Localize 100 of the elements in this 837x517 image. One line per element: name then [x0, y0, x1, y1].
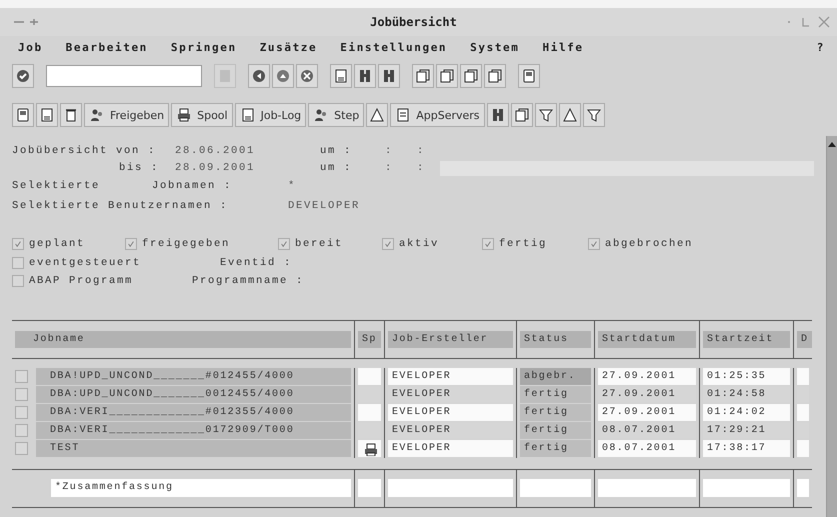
detail-button[interactable] [12, 103, 34, 127]
command-field[interactable] [46, 65, 202, 87]
pagestack-icon [415, 68, 431, 84]
toolbar-button[interactable]: Spool [171, 103, 233, 127]
field-label: Programmname : [192, 274, 304, 286]
toolbar-button[interactable]: Freigeben [84, 103, 170, 127]
copy-button[interactable] [510, 103, 533, 127]
checkbox[interactable]: aktiv [382, 238, 482, 250]
last-page-button[interactable] [484, 64, 506, 88]
help-menu[interactable]: ? [816, 40, 825, 54]
table-cell: EVELOPER [388, 404, 513, 421]
filter-off-button[interactable] [582, 103, 605, 127]
people-icon [89, 107, 105, 123]
toolbar-button[interactable]: AppServers [390, 103, 485, 127]
cancel-button[interactable] [296, 64, 318, 88]
pagestack-icon [514, 107, 530, 123]
table-cell: TEST [36, 440, 351, 457]
column-header[interactable]: Jobname [15, 330, 351, 348]
scrollbar[interactable] [826, 136, 837, 517]
next-page-button[interactable] [460, 64, 482, 88]
menu-item[interactable]: Zusätze [260, 40, 318, 54]
field-label: Selektierte [12, 180, 102, 192]
pagestack-icon [463, 68, 479, 84]
table-cell [797, 368, 809, 385]
column-header[interactable]: Startzeit [703, 330, 790, 348]
checkbox[interactable]: freigegeben [125, 238, 278, 250]
field-label: Selektierte Benutzernamen : [12, 200, 230, 212]
enter-button[interactable] [12, 64, 34, 88]
menu-item[interactable]: Hilfe [542, 40, 584, 54]
find-next-button[interactable] [378, 64, 400, 88]
field-value: : : [385, 162, 426, 174]
menu-item[interactable]: Springen [170, 40, 237, 54]
sort-button[interactable] [558, 103, 581, 127]
find-button[interactable] [354, 64, 376, 88]
menu-item[interactable]: Bearbeiten [66, 40, 148, 54]
table-cell: 01:25:35 [703, 368, 790, 385]
triangle-icon [369, 107, 386, 123]
field-value: * [288, 180, 296, 192]
back-button[interactable] [248, 64, 270, 88]
table-cell: 27.09.2001 [598, 368, 696, 385]
warning-button[interactable] [366, 103, 388, 127]
print-button[interactable] [330, 64, 352, 88]
column-header[interactable]: Sp [358, 330, 381, 348]
page-icon [333, 68, 349, 84]
delete-button[interactable] [60, 103, 82, 127]
table-cell: DBA:UPD_UNCOND_______0012455/4000 [36, 386, 351, 403]
back-icon [251, 68, 267, 84]
table-cell: DBA:VERI_____________0172909/T000 [36, 422, 351, 439]
table-cell: 08.07.2001 [598, 440, 696, 457]
field-label: um : [320, 162, 354, 174]
checkmark-icon [14, 240, 22, 248]
checkbox[interactable]: ABAP Programm [12, 274, 192, 286]
checkbox[interactable]: fertig [482, 238, 588, 250]
field-label: Jobnamen : [152, 180, 234, 192]
previous-page-button[interactable] [436, 64, 458, 88]
column-header[interactable]: Startdatum [598, 330, 696, 348]
scroll-up-icon [827, 140, 837, 148]
table-cell [797, 404, 809, 421]
table-cell: fertig [520, 404, 591, 421]
table-cell: fertig [520, 440, 591, 457]
checkmark-icon [484, 240, 492, 248]
table-cell: EVELOPER [388, 440, 513, 457]
menu-item[interactable]: System [470, 40, 520, 54]
field-label: Eventid : [220, 256, 292, 268]
menu-item[interactable]: Job [18, 40, 43, 54]
toolbar-button[interactable]: Step [308, 103, 364, 127]
page-icon [240, 107, 256, 123]
table-cell: fertig [520, 386, 591, 403]
checkbox[interactable]: abgebrochen [588, 238, 820, 250]
column-header[interactable]: Job-Ersteller [388, 330, 513, 348]
filter-button[interactable] [534, 103, 557, 127]
pagestack-icon [487, 68, 503, 84]
checkbox[interactable]: bereit [278, 238, 382, 250]
table-cell: EVELOPER [388, 368, 513, 385]
field-value: 28.09.2001 [175, 162, 256, 174]
field-label: Jobübersicht von : [12, 144, 158, 157]
compare-button[interactable] [486, 103, 509, 127]
column-header[interactable]: D [797, 330, 812, 348]
column-header[interactable]: Status [520, 330, 591, 348]
funnel-icon [586, 107, 602, 123]
checkmark-icon [384, 240, 392, 248]
table-cell [520, 479, 591, 497]
menu-item[interactable]: Einstellungen [340, 40, 448, 54]
page-icon [39, 107, 55, 123]
table-cell [797, 440, 809, 457]
window-title: Jobübersicht [370, 15, 457, 29]
check-icon [15, 68, 31, 84]
first-page-button[interactable] [412, 64, 434, 88]
exit-button[interactable] [272, 64, 294, 88]
checkbox[interactable]: geplant [12, 238, 125, 250]
field-value: : : [385, 144, 426, 157]
new-session-button[interactable] [518, 64, 540, 88]
field-label: um : [320, 144, 354, 157]
refresh-button[interactable] [36, 103, 58, 127]
table-cell: 27.09.2001 [598, 404, 696, 421]
checkbox[interactable]: eventgesteuert [12, 256, 220, 268]
table-cell: abgebr. [520, 368, 591, 385]
toolbar-button[interactable]: Job-Log [234, 103, 306, 127]
cancel-icon [299, 68, 315, 84]
checkmark-icon [127, 240, 135, 248]
